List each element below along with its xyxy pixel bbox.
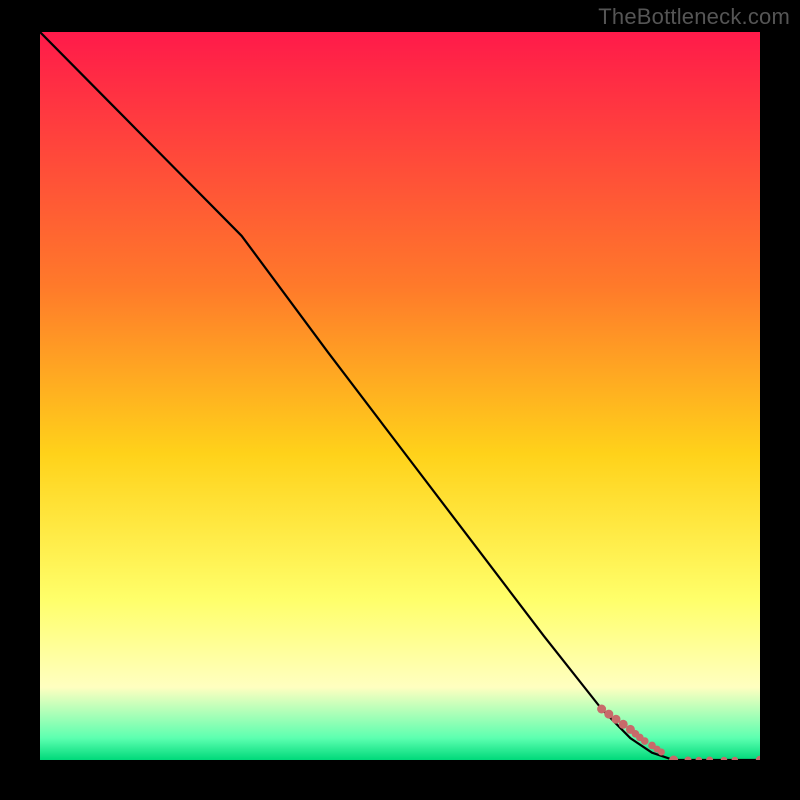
plot-area	[40, 32, 760, 760]
data-point	[641, 737, 649, 745]
chart-frame: TheBottleneck.com	[0, 0, 800, 800]
watermark-text: TheBottleneck.com	[598, 4, 790, 30]
data-point	[658, 749, 665, 756]
chart-svg	[40, 32, 760, 760]
